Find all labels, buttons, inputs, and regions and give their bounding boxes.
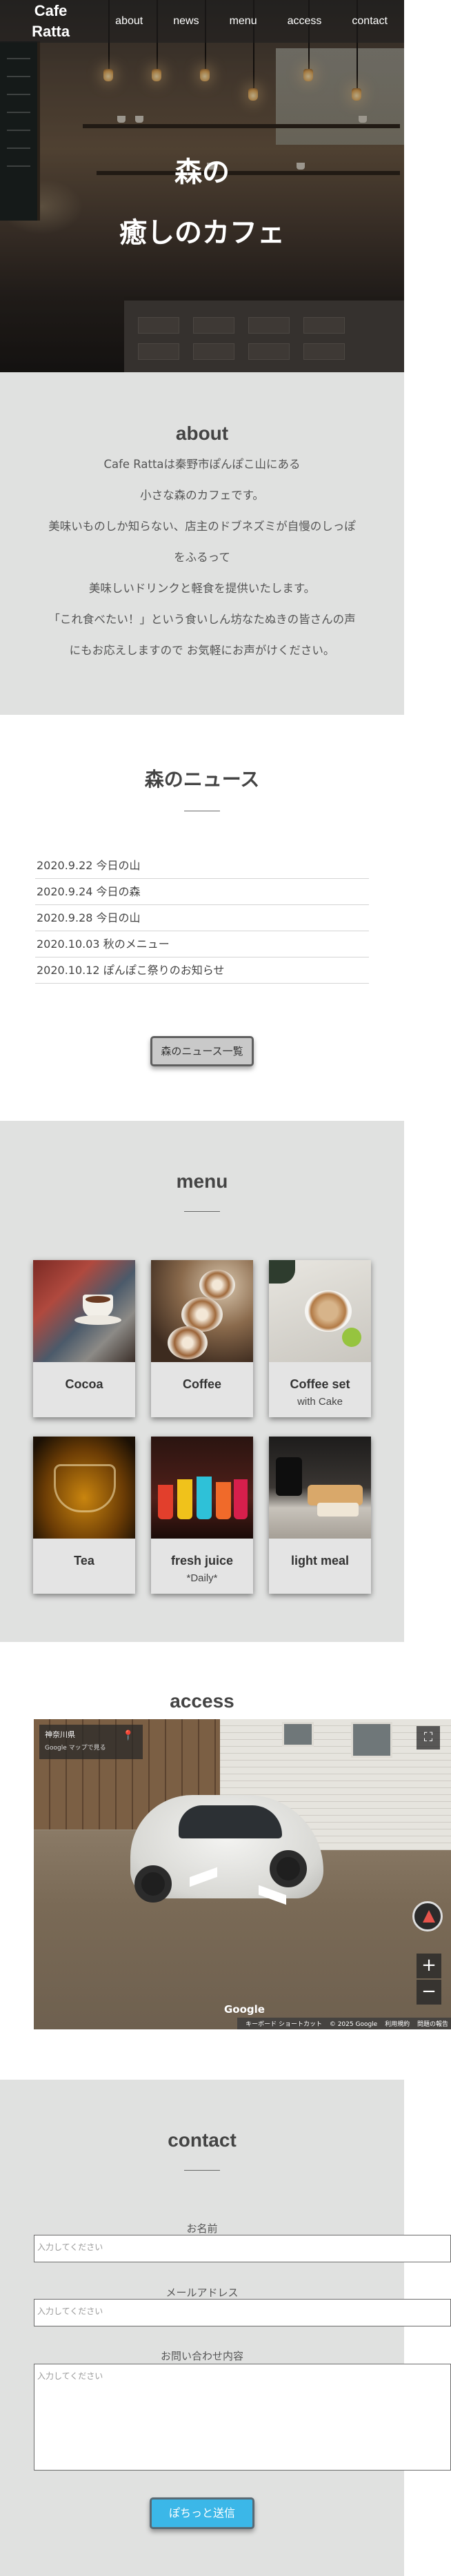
about-line: 美味いものしか知らない、店主のドブネズミが自慢のしっぽ [48,520,356,533]
contact-section: contact お名前 入力してください メールアドレス 入力してください お問… [0,2080,451,2576]
car-wheel [134,1865,172,1903]
news-item[interactable]: 2020.9.28 今日の山 [35,905,369,931]
nav-access[interactable]: access [288,15,322,28]
hero-title: 森の 癒しのカフェ [0,152,404,254]
menu-card-cocoa[interactable]: Cocoa [33,1260,135,1417]
hero-section: Cafe Ratta about news menu access contac… [0,0,404,372]
hero-title-line-2: 癒しのカフェ [119,217,285,249]
submit-button[interactable]: ぽちっと送信 [150,2497,254,2529]
menu-item-note: with Cake [297,1396,343,1408]
heading-divider [184,2170,220,2171]
access-section: access 神奈川県 Google マップで見る 📍 ⛶ + − Google… [0,1642,451,2080]
main-nav: about news menu access contact [85,15,388,28]
about-section: about Cafe Rattaは秦野市ぽんぽこ山にある 小さな森のカフェです。… [0,372,404,715]
about-heading: about [175,423,229,444]
site-header: Cafe Ratta about news menu access contac… [0,0,404,43]
news-list: 2020.9.22 今日の山 2020.9.24 今日の森 2020.9.28 … [35,853,369,984]
about-line: Cafe Rattaは秦野市ぽんぽこ山にある [103,458,301,471]
street-view-map[interactable]: 神奈川県 Google マップで見る 📍 ⛶ + − Google キーボード … [34,1719,451,2029]
hero-title-line-1: 森の [174,156,230,188]
logo-line-1: Cafe [34,2,68,19]
compass-icon[interactable] [412,1901,443,1931]
menu-card-tea[interactable]: Tea [33,1437,135,1594]
car-wheel [270,1850,307,1887]
about-line: 「これ食べたい！」という食いしん坊なたぬきの皆さんの声 [48,613,356,626]
window [282,1722,314,1747]
menu-card-coffee[interactable]: Coffee [151,1260,253,1417]
about-line: にもお応えしますので お気軽にお声がけください。 [69,644,335,657]
news-section: 森のニュース 2020.9.22 今日の山 2020.9.24 今日の森 202… [0,715,404,1121]
nav-contact[interactable]: contact [352,15,388,28]
coffee-set-photo [269,1260,371,1362]
menu-item-name: Coffee set [290,1377,350,1391]
message-label: お問い合わせ内容 [160,2350,243,2362]
menu-card-fresh-juice[interactable]: fresh juice *Daily* [151,1437,253,1594]
message-textarea[interactable]: 入力してください [34,2364,451,2471]
contact-heading: contact [168,2129,237,2151]
nav-about[interactable]: about [115,15,143,28]
light-meal-photo [269,1437,371,1539]
window [351,1722,392,1758]
menu-section: menu Cocoa Coffee Coffee set with Cake T… [0,1121,404,1642]
menu-card-coffee-set[interactable]: Coffee set with Cake [269,1260,371,1417]
google-logo: Google [224,2003,265,2016]
car-windshield [179,1805,282,1838]
menu-item-name: Tea [74,1554,94,1568]
news-item[interactable]: 2020.10.12 ぽんぽこ祭りのお知らせ [35,957,369,984]
news-item[interactable]: 2020.10.03 秋のメニュー [35,931,369,957]
email-field[interactable]: 入力してください [34,2299,451,2326]
email-label: メールアドレス [166,2286,239,2299]
coffee-photo [151,1260,253,1362]
news-item[interactable]: 2020.9.24 今日の森 [35,879,369,905]
map-attribution: キーボード ショートカット © 2025 Google 利用規約 問題の報告 [237,2018,451,2029]
fresh-juice-photo [151,1437,253,1539]
menu-card-light-meal[interactable]: light meal [269,1437,371,1594]
menu-item-name: fresh juice [170,1554,234,1568]
zoom-in-button[interactable]: + [417,1954,441,1978]
fullscreen-icon[interactable]: ⛶ [417,1726,440,1750]
news-list-button[interactable]: 森のニュース一覧 [150,1036,254,1066]
about-line: 美味しいドリンクと軽食を提供いたします。 [88,582,316,595]
terms-link[interactable]: 利用規約 [385,2021,410,2028]
menu-item-note: *Daily* [186,1572,218,1584]
about-line: 小さな森のカフェです。 [140,489,264,502]
news-item[interactable]: 2020.9.22 今日の山 [35,853,369,879]
nav-news[interactable]: news [173,15,199,28]
about-text: Cafe Rattaは秦野市ぽんぽこ山にある 小さな森のカフェです。 美味いもの… [0,449,404,666]
tea-photo [33,1437,135,1539]
menu-item-name: Coffee [182,1377,221,1391]
site-logo[interactable]: Cafe Ratta [17,1,85,42]
copyright-text: © 2025 Google [329,2021,378,2028]
cocoa-photo [33,1260,135,1362]
location-pin-icon: 📍 [122,1730,134,1741]
logo-line-2: Ratta [32,23,70,40]
zoom-out-button[interactable]: − [417,1980,441,2005]
heading-divider [184,1211,220,1212]
name-label: お名前 [186,2222,218,2235]
access-heading: access [170,1690,234,1712]
about-line: をふるって [174,551,230,564]
name-field[interactable]: 入力してください [34,2235,451,2262]
open-in-maps-link[interactable]: Google マップで見る [45,1745,106,1752]
menu-heading: menu [176,1170,228,1192]
menu-item-name: light meal [290,1554,349,1568]
news-heading: 森のニュース [144,769,260,790]
nav-menu[interactable]: menu [230,15,257,28]
menu-item-name: Cocoa [65,1377,103,1391]
report-problem-link[interactable]: 問題の報告 [417,2021,448,2028]
keyboard-shortcuts-link[interactable]: キーボード ショートカット [245,2021,322,2028]
